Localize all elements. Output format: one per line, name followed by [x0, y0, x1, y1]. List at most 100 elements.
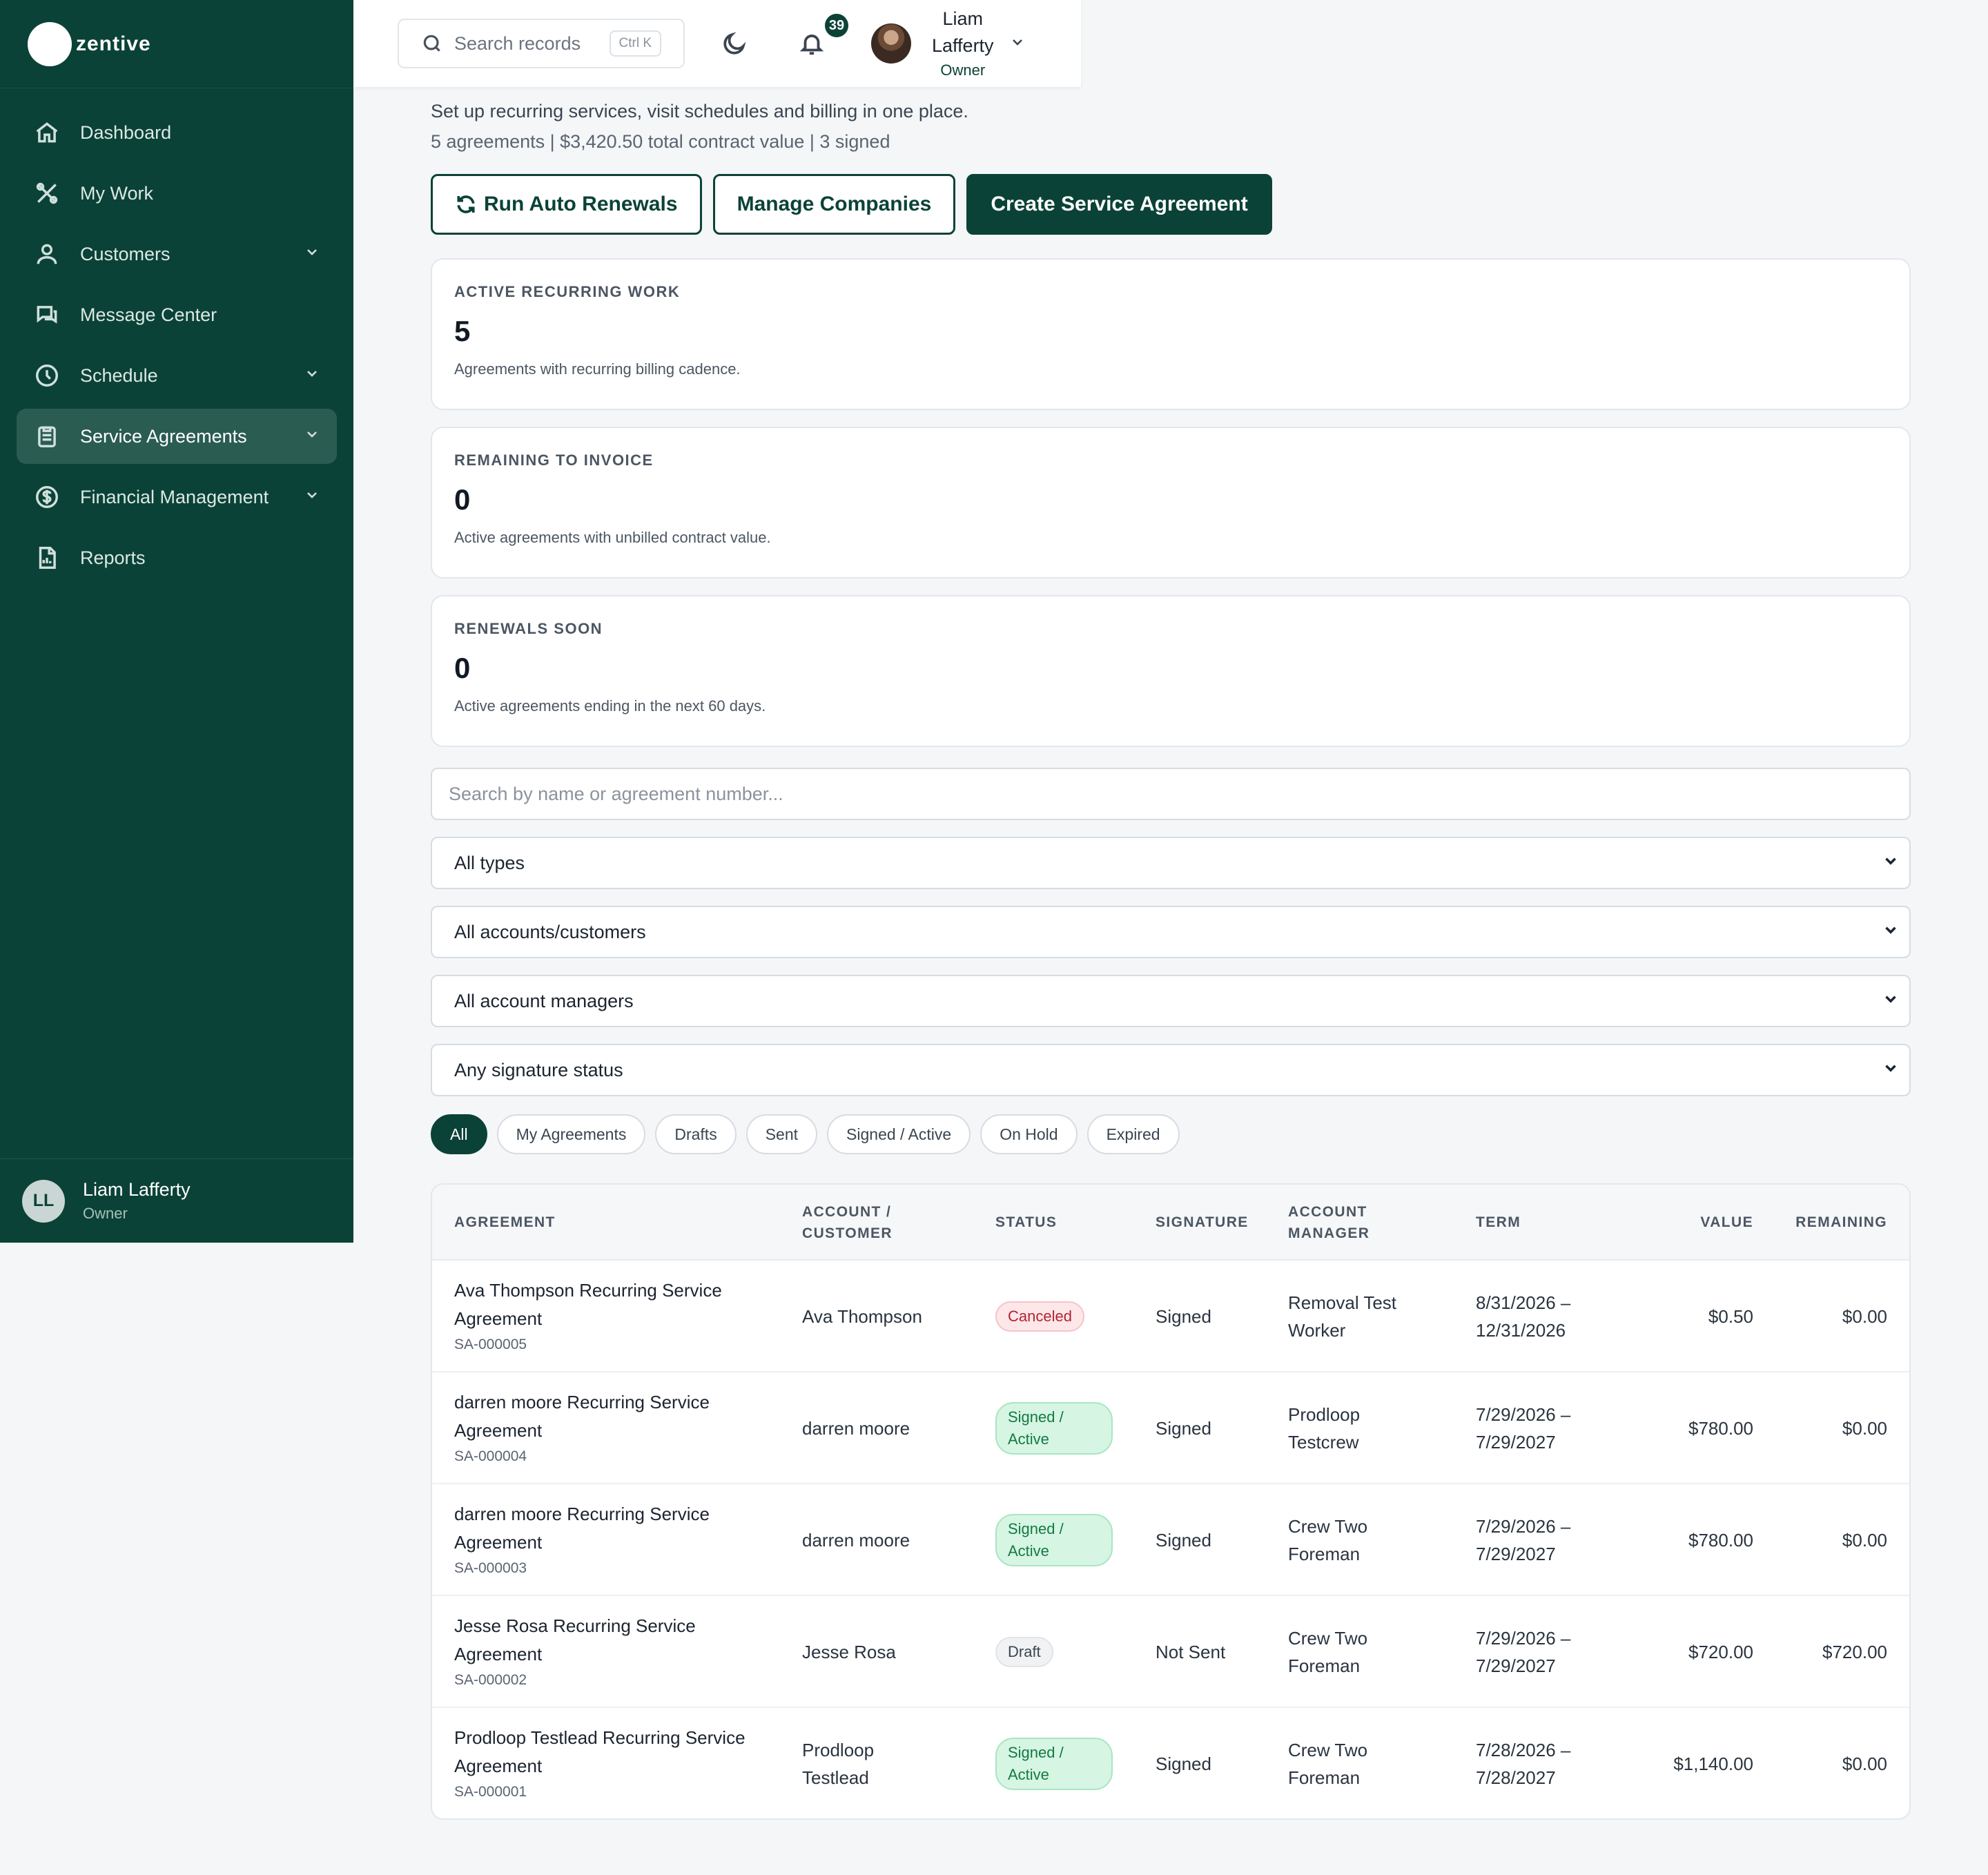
- term-cell: 8/31/2026 – 12/31/2026: [1476, 1261, 1641, 1372]
- run-auto-renewals-button[interactable]: Run Auto Renewals: [431, 174, 702, 235]
- bell-icon: [799, 35, 824, 55]
- status-cell: Signed / Active: [995, 1708, 1147, 1818]
- dollar-icon: [33, 483, 61, 511]
- column-header-account[interactable]: ACCOUNT / CUSTOMER: [802, 1185, 893, 1261]
- stat-label: ACTIVE RECURRING WORK: [454, 283, 681, 300]
- sidebar-item-reports[interactable]: Reports: [17, 530, 337, 585]
- sidebar-item-schedule[interactable]: Schedule: [17, 348, 337, 403]
- chevron-down-icon[interactable]: [304, 426, 320, 447]
- sidebar-item-dashboard[interactable]: Dashboard: [17, 105, 337, 160]
- header-line: CUSTOMER: [802, 1225, 893, 1241]
- create-service-agreement-button[interactable]: Create Service Agreement: [966, 174, 1272, 235]
- column-header-status[interactable]: STATUS: [995, 1185, 1057, 1261]
- status-badge: Signed / Active: [995, 1402, 1113, 1455]
- remaining-cell: $720.00: [1822, 1641, 1887, 1662]
- agreement-name[interactable]: Agreement: [454, 1305, 722, 1332]
- chevron-down-icon[interactable]: [1009, 34, 1026, 54]
- manager-cell: Removal Test Worker: [1288, 1261, 1468, 1372]
- account-name: Testlead: [802, 1767, 869, 1788]
- refresh-icon: [457, 195, 475, 213]
- sidebar-user-profile[interactable]: LL Liam Lafferty Owner: [0, 1158, 353, 1243]
- user-role: Owner: [83, 1205, 128, 1222]
- user-menu[interactable]: Liam Lafferty Owner: [932, 6, 994, 81]
- sidebar-item-service-agreements[interactable]: Service Agreements: [17, 409, 337, 464]
- table-row[interactable]: darren moore Recurring Service Agreement S…: [432, 1372, 1909, 1484]
- status-cell: Signed / Active: [995, 1372, 1147, 1484]
- tools-icon: [33, 179, 61, 207]
- sidebar-item-customers[interactable]: Customers: [17, 226, 337, 282]
- tab-sent[interactable]: Sent: [746, 1114, 818, 1154]
- agreement-name[interactable]: Ava Thompson Recurring Service: [454, 1276, 722, 1304]
- signature-cell: Signed: [1156, 1417, 1211, 1439]
- manager-cell: Prodloop Testcrew: [1288, 1372, 1468, 1484]
- clipboard-icon: [33, 422, 61, 450]
- agreement-name[interactable]: Jesse Rosa Recurring Service: [454, 1612, 696, 1640]
- column-header-agreement[interactable]: AGREEMENT: [454, 1185, 556, 1261]
- sidebar-item-financial-management[interactable]: Financial Management: [17, 469, 337, 525]
- status-text: Signed /: [1008, 1744, 1064, 1762]
- agreement-name[interactable]: Agreement: [454, 1417, 710, 1444]
- manager-name: Crew Two: [1288, 1627, 1368, 1649]
- sidebar: zentive Dashboard My Work Customers Mess…: [0, 0, 353, 1243]
- table-row[interactable]: Prodloop Testlead Recurring Service Agree…: [432, 1708, 1909, 1818]
- agreement-cell[interactable]: Jesse Rosa Recurring Service Agreement SA-…: [454, 1596, 786, 1708]
- status-cell: Draft: [995, 1596, 1147, 1708]
- table-row[interactable]: Jesse Rosa Recurring Service Agreement SA-…: [432, 1596, 1909, 1708]
- tab-signed-active[interactable]: Signed / Active: [827, 1114, 971, 1154]
- status-badge: Draft: [995, 1637, 1053, 1667]
- tab-all[interactable]: All: [431, 1114, 487, 1154]
- select-value: Any signature status: [454, 1059, 623, 1080]
- term-cell: 7/28/2026 – 7/28/2027: [1476, 1708, 1641, 1818]
- manage-companies-button[interactable]: Manage Companies: [712, 174, 956, 235]
- agreement-name[interactable]: Agreement: [454, 1640, 696, 1668]
- chat-icon: [33, 301, 61, 329]
- sidebar-item-my-work[interactable]: My Work: [17, 166, 337, 221]
- agreement-name[interactable]: darren moore Recurring Service: [454, 1388, 710, 1416]
- user-avatar[interactable]: [871, 23, 911, 64]
- agreement-cell[interactable]: Prodloop Testlead Recurring Service Agree…: [454, 1708, 786, 1818]
- type-filter-select[interactable]: All types: [431, 837, 1911, 889]
- column-header-value[interactable]: VALUE: [1700, 1185, 1753, 1261]
- agreement-name[interactable]: Agreement: [454, 1528, 710, 1556]
- global-search-input[interactable]: Search records Ctrl K: [398, 19, 685, 68]
- agreement-name[interactable]: darren moore Recurring Service: [454, 1500, 710, 1528]
- notifications-button[interactable]: 39: [790, 12, 850, 66]
- term-end: 7/29/2027: [1476, 1544, 1556, 1564]
- brand-name: zentive: [76, 32, 151, 55]
- report-icon: [33, 544, 61, 572]
- account-filter-select[interactable]: All accounts/customers: [431, 906, 1911, 958]
- brand-logo[interactable]: zentive: [0, 0, 353, 88]
- agreement-name[interactable]: Agreement: [454, 1752, 746, 1780]
- tab-on-hold[interactable]: On Hold: [980, 1114, 1078, 1154]
- term-end: 12/31/2026: [1476, 1320, 1566, 1341]
- column-header-signature[interactable]: SIGNATURE: [1156, 1185, 1249, 1261]
- user-last-name: Lafferty: [932, 35, 994, 57]
- account-name: Jesse Rosa: [802, 1641, 896, 1662]
- status-cell: Canceled: [995, 1261, 1147, 1372]
- column-header-term[interactable]: TERM: [1476, 1185, 1521, 1261]
- agreement-cell[interactable]: darren moore Recurring Service Agreement S…: [454, 1484, 786, 1596]
- signature-filter-select[interactable]: Any signature status: [431, 1044, 1911, 1096]
- agreement-cell[interactable]: Ava Thompson Recurring Service Agreement S…: [454, 1261, 786, 1372]
- chevron-down-icon[interactable]: [304, 365, 320, 387]
- table-row[interactable]: Ava Thompson Recurring Service Agreement S…: [432, 1261, 1909, 1372]
- sidebar-item-message-center[interactable]: Message Center: [17, 287, 337, 342]
- manager-name: Foreman: [1288, 1655, 1361, 1676]
- tab-my-agreements[interactable]: My Agreements: [496, 1114, 646, 1154]
- agreement-cell[interactable]: darren moore Recurring Service Agreement S…: [454, 1372, 786, 1484]
- sidebar-item-label: Message Center: [80, 304, 217, 325]
- tab-drafts[interactable]: Drafts: [655, 1114, 737, 1154]
- table-row[interactable]: darren moore Recurring Service Agreement S…: [432, 1484, 1909, 1596]
- term-start: 8/31/2026 –: [1476, 1292, 1571, 1313]
- manager-filter-select[interactable]: All account managers: [431, 975, 1911, 1027]
- column-header-manager[interactable]: ACCOUNT MANAGER: [1288, 1185, 1370, 1261]
- dark-mode-toggle[interactable]: [712, 21, 757, 66]
- column-header-remaining[interactable]: REMAINING: [1795, 1185, 1887, 1261]
- tab-expired[interactable]: Expired: [1086, 1114, 1180, 1154]
- page-background: [0, 1243, 353, 1875]
- chevron-down-icon[interactable]: [304, 487, 320, 508]
- agreement-name[interactable]: Prodloop Testlead Recurring Service: [454, 1724, 746, 1751]
- chevron-down-icon[interactable]: [304, 244, 320, 265]
- sidebar-item-label: Schedule: [80, 365, 158, 386]
- agreement-search-input[interactable]: Search by name or agreement number...: [431, 768, 1911, 820]
